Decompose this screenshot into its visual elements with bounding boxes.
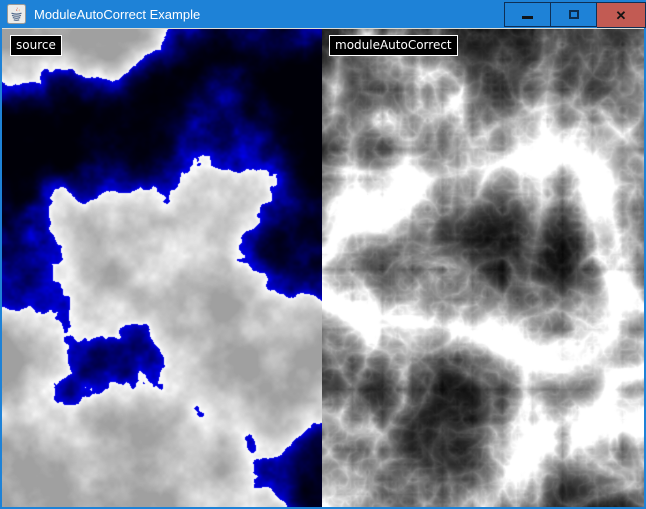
minimize-button[interactable] bbox=[504, 2, 551, 27]
source-noise-image bbox=[2, 29, 322, 507]
app-window: ModuleAutoCorrect Example ✕ source modul… bbox=[0, 0, 646, 509]
window-title: ModuleAutoCorrect Example bbox=[34, 7, 200, 22]
close-button[interactable]: ✕ bbox=[597, 2, 646, 28]
maximize-button[interactable] bbox=[551, 2, 597, 27]
moduleautocorrect-noise-image bbox=[322, 29, 644, 507]
close-icon: ✕ bbox=[616, 9, 627, 22]
titlebar[interactable]: ModuleAutoCorrect Example ✕ bbox=[0, 0, 646, 28]
maximize-icon bbox=[569, 10, 579, 19]
minimize-icon bbox=[522, 16, 533, 19]
autocorrect-panel: moduleAutoCorrect bbox=[322, 29, 644, 507]
content-area: source moduleAutoCorrect bbox=[2, 29, 644, 507]
source-panel: source bbox=[2, 29, 322, 507]
java-app-icon[interactable] bbox=[7, 4, 26, 24]
moduleautocorrect-label: moduleAutoCorrect bbox=[329, 35, 458, 56]
source-label: source bbox=[10, 35, 62, 56]
window-controls: ✕ bbox=[504, 0, 646, 28]
